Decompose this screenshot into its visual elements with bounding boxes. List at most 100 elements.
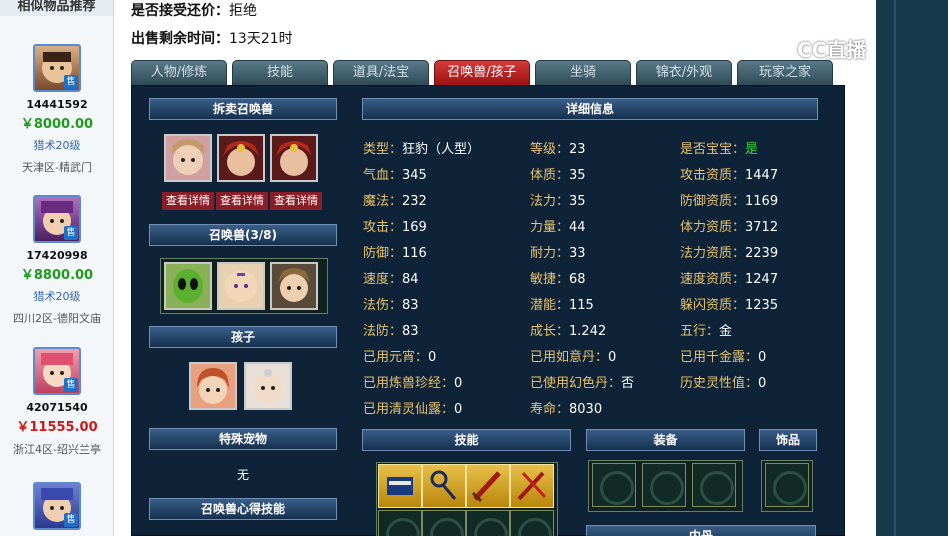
view-detail-button[interactable]: 查看详情: [270, 192, 322, 210]
time-left-info: 出售剩余时间：13天21时: [131, 28, 293, 48]
skill-scroll-icon: [387, 477, 413, 495]
character-avatar[interactable]: 售: [33, 44, 81, 92]
children-header: 孩子: [149, 326, 337, 348]
skill-slot-7[interactable]: [466, 510, 510, 536]
child-portrait-2[interactable]: [244, 362, 292, 410]
stat-level: 等级：23: [530, 142, 586, 157]
alien-pet-icon: [173, 269, 203, 303]
split-pet-header: 拆卖召唤兽: [149, 98, 337, 120]
skill-key-icon: [430, 470, 457, 500]
equipment-header: 装备: [586, 429, 745, 451]
pet-portrait-2[interactable]: [217, 134, 265, 182]
ornament-header: 饰品: [759, 429, 817, 451]
skill-slot-5[interactable]: [378, 510, 422, 536]
item-id: 42071540: [26, 401, 88, 414]
stat-endurance: 耐力：33: [530, 246, 586, 261]
skill-slot-1[interactable]: [378, 464, 422, 508]
view-detail-button[interactable]: 查看详情: [162, 192, 214, 210]
tab-skills[interactable]: 技能: [232, 60, 328, 85]
stat-ruyi-used: 已用如意丹：0: [530, 350, 617, 365]
stat-yuanxiao-used: 已用元宵：0: [363, 350, 437, 365]
item-server: 浙江4区-绍兴兰亭: [13, 443, 101, 456]
item-level[interactable]: 猎术20级: [0, 288, 114, 304]
stat-dodge-aptitude: 躲闪资质：1235: [680, 298, 779, 313]
stat-attack-aptitude: 攻击资质：1447: [680, 168, 779, 183]
detail-header: 详细信息: [362, 98, 818, 120]
tab-appearance[interactable]: 锦衣/外观: [636, 60, 732, 85]
equipment-slot-2[interactable]: [642, 463, 686, 507]
tab-mount[interactable]: 坐骑: [535, 60, 631, 85]
similar-item-1[interactable]: 售 14441592 ￥8000.00 猎术20级 天津区-精武门: [0, 44, 114, 175]
equipment-slot-3[interactable]: [692, 463, 736, 507]
similar-items-sidebar: 相似物品推荐 售 14441592 ￥8000.00 猎术20级 天津区-精武门…: [0, 0, 114, 536]
stat-spirit-history: 历史灵性值：0: [680, 376, 767, 391]
skill-slot-6[interactable]: [422, 510, 466, 536]
monk-pet-icon: [225, 270, 257, 302]
item-id: 17420998: [26, 249, 88, 262]
special-pet-value: 无: [236, 468, 249, 482]
child-face-icon: [253, 369, 283, 403]
tab-items[interactable]: 道具/法宝: [333, 60, 429, 85]
skill-twin-blades-icon: [517, 471, 547, 501]
stat-attack: 攻击：169: [363, 220, 427, 235]
item-server: 四川2区-德阳文庙: [13, 312, 101, 325]
equipment-slot-1[interactable]: [592, 463, 636, 507]
tab-character[interactable]: 人物/修炼: [131, 60, 227, 85]
sale-badge: 售: [64, 513, 78, 527]
stat-magic-power: 法力：35: [530, 194, 586, 209]
view-detail-button[interactable]: 查看详情: [216, 192, 268, 210]
character-avatar[interactable]: 售: [33, 347, 81, 395]
category-tabs: 人物/修炼 技能 道具/法宝 召唤兽/孩子 坐骑 锦衣/外观 玩家之家: [131, 60, 841, 85]
child-face-icon: [197, 368, 229, 404]
stat-dew-used: 已用清灵仙露：0: [363, 402, 463, 417]
tab-pets[interactable]: 召唤兽/孩子: [434, 60, 530, 85]
pets-header: 召唤兽(3/8): [149, 224, 337, 246]
strip-divider: [894, 0, 896, 536]
stat-growth: 成长：1.242: [530, 324, 607, 339]
pet-face-icon: [172, 139, 204, 175]
child-portrait-1[interactable]: [189, 362, 237, 410]
item-price: ￥8000.00: [20, 117, 94, 132]
pet-portrait-4[interactable]: [164, 262, 212, 310]
time-left-label: 出售剩余时间：: [131, 31, 229, 47]
character-avatar[interactable]: 售: [33, 482, 81, 530]
tab-player-home[interactable]: 玩家之家: [737, 60, 833, 85]
similar-item-2[interactable]: 售 17420998 ￥8800.00 猎术20级 四川2区-德阳文庙: [0, 195, 114, 326]
pet-portrait-1[interactable]: [164, 134, 212, 182]
sale-badge: 售: [64, 226, 78, 240]
skill-slot-8[interactable]: [510, 510, 554, 536]
ornament-slot[interactable]: [765, 463, 809, 507]
warrior-pet-icon: [278, 268, 310, 302]
pet-face-icon: [276, 141, 312, 176]
counter-offer-value: 拒绝: [229, 3, 257, 19]
stat-magic-damage: 法伤：83: [363, 298, 419, 313]
stat-strength: 力量：44: [530, 220, 586, 235]
stat-is-baby: 是否宝宝：是: [680, 142, 759, 157]
stat-beast-scripture-used: 已用炼兽珍经：0: [363, 376, 463, 391]
similar-item-3[interactable]: 售 42071540 ￥11555.00 浙江4区-绍兴兰亭: [0, 347, 114, 457]
stat-magic-defense: 法防：83: [363, 324, 419, 339]
skill-slot-3[interactable]: [466, 464, 510, 508]
skill-slot-4[interactable]: [510, 464, 554, 508]
neidan-header: 内丹: [586, 525, 816, 536]
time-left-value: 13天21时: [229, 31, 293, 47]
pet-portrait-5[interactable]: [217, 262, 265, 310]
pet-detail-panel: 拆卖召唤兽 查看详情 查看详情 查看详情 召唤兽(3/8) 孩子 特殊宠物 无 …: [131, 85, 845, 536]
character-avatar[interactable]: 售: [33, 195, 81, 243]
stat-type: 类型：狂豹（人型）: [363, 142, 481, 157]
stat-hp: 气血：345: [363, 168, 427, 183]
sale-badge: 售: [64, 378, 78, 392]
stat-lifespan: 寿命：8030: [530, 402, 603, 417]
item-id: 14441592: [26, 98, 88, 111]
item-level[interactable]: 猎术20级: [0, 137, 114, 153]
stat-defense-aptitude: 防御资质：1169: [680, 194, 779, 209]
skill-slot-2[interactable]: [422, 464, 466, 508]
similar-item-4[interactable]: 售: [0, 482, 114, 530]
stat-speed: 速度：84: [363, 272, 419, 287]
pet-portrait-6[interactable]: [270, 262, 318, 310]
item-price: ￥11555.00: [16, 420, 98, 435]
skill-sword-icon: [471, 471, 501, 503]
stat-element: 五行：金: [680, 324, 733, 339]
stat-defense: 防御：116: [363, 246, 427, 261]
pet-portrait-3[interactable]: [270, 134, 318, 182]
